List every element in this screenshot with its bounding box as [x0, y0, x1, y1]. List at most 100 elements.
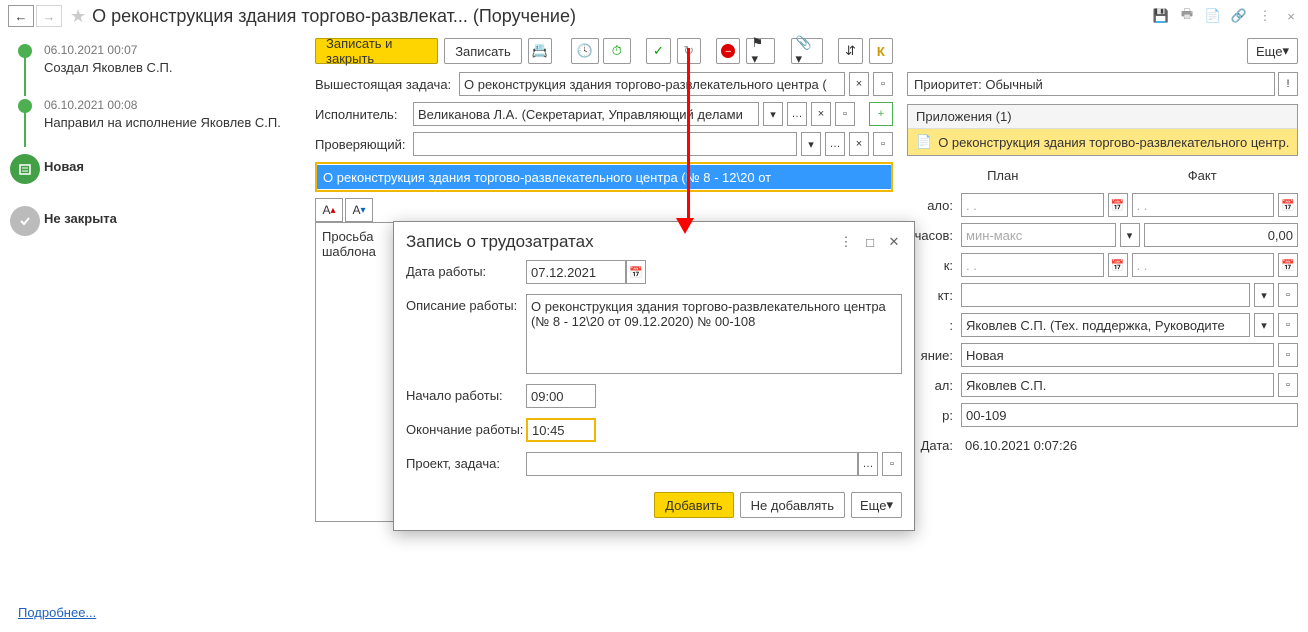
- fact-start-date[interactable]: . .: [1132, 193, 1275, 217]
- timeline-text: Направил на исполнение Яковлев С.П.: [44, 114, 281, 132]
- more-button[interactable]: Еще ▾: [1247, 38, 1298, 64]
- author-field[interactable]: Яковлев С.П. (Тех. поддержка, Руководите: [961, 313, 1250, 337]
- open-button[interactable]: ▫: [873, 72, 893, 96]
- dropdown-button[interactable]: ▾: [1120, 223, 1140, 247]
- clear-button[interactable]: ×: [811, 102, 831, 126]
- save-icon[interactable]: 💾: [1152, 7, 1170, 25]
- subject-field[interactable]: О реконструкция здания торгово-развлекат…: [315, 162, 893, 192]
- timeline-status-icon: [10, 154, 40, 184]
- open-button[interactable]: ▫: [1278, 373, 1298, 397]
- executor-field[interactable]: Великанова Л.А. (Секретариат, Управляющи…: [413, 102, 759, 126]
- fact-hours-field[interactable]: 0,00: [1144, 223, 1299, 247]
- priority-field[interactable]: Приоритет: Обычный: [907, 72, 1275, 96]
- work-end-field[interactable]: 10:45: [526, 418, 596, 442]
- open-button[interactable]: ▫: [882, 452, 902, 476]
- calendar-button[interactable]: 📅: [1278, 193, 1298, 217]
- sender-field[interactable]: Яковлев С.П.: [961, 373, 1274, 397]
- work-start-label: Начало работы:: [406, 384, 526, 403]
- calendar-button[interactable]: 📅: [1278, 253, 1298, 277]
- work-start-field[interactable]: 09:00: [526, 384, 596, 408]
- timeline-status-icon: [10, 206, 40, 236]
- plan-hours-field[interactable]: мин-макс: [961, 223, 1116, 247]
- flag-menu-button[interactable]: ⚑ ▾: [746, 38, 775, 64]
- open-button[interactable]: ▫: [1278, 313, 1298, 337]
- attachment-item[interactable]: 📄 О реконструкция здания торгово-развлек…: [908, 129, 1297, 155]
- k-button[interactable]: К: [869, 38, 893, 64]
- fact-column-header: Факт: [1107, 166, 1299, 185]
- document-icon: 📄: [916, 134, 932, 150]
- select-button[interactable]: …: [858, 452, 878, 476]
- dialog-title: Запись о трудозатратах: [406, 232, 830, 252]
- timeline-date: 06.10.2021 00:07: [44, 42, 173, 59]
- work-desc-textarea[interactable]: О реконструкция здания торгово-развлекат…: [526, 294, 902, 374]
- font-increase-button[interactable]: A▴: [315, 198, 343, 222]
- add-button[interactable]: Добавить: [654, 492, 733, 518]
- project-label: Проект, задача:: [406, 452, 526, 471]
- work-date-label: Дата работы:: [406, 260, 526, 279]
- open-button[interactable]: ▫: [1278, 343, 1298, 367]
- refresh-button[interactable]: ↻: [677, 38, 701, 64]
- skip-button[interactable]: Не добавлять: [740, 492, 845, 518]
- number-field[interactable]: 00-109: [961, 403, 1298, 427]
- dialog-close-icon[interactable]: ✕: [886, 234, 902, 250]
- work-desc-label: Описание работы:: [406, 294, 526, 313]
- timeline-status: Не закрыта: [44, 210, 117, 228]
- reviewer-field[interactable]: [413, 132, 797, 156]
- created-date-field[interactable]: 06.10.2021 0:07:26: [961, 433, 1298, 457]
- dialog-more-button[interactable]: Еще ▾: [851, 492, 902, 518]
- attach-menu-button[interactable]: 📎 ▾: [791, 38, 824, 64]
- font-decrease-button[interactable]: A▾: [345, 198, 373, 222]
- nav-back-button[interactable]: ←: [8, 5, 34, 27]
- link-icon[interactable]: 🔗: [1230, 7, 1248, 25]
- stop-button[interactable]: –: [716, 38, 740, 64]
- plan-start-date[interactable]: . .: [961, 193, 1104, 217]
- attachments-header[interactable]: Приложения (1): [908, 105, 1297, 129]
- report-icon[interactable]: 📄: [1204, 7, 1222, 25]
- plan-column-header: План: [907, 166, 1099, 185]
- project-field[interactable]: [526, 452, 858, 476]
- accept-button[interactable]: ✓: [646, 38, 670, 64]
- dropdown-button[interactable]: ▾: [763, 102, 783, 126]
- parent-task-field[interactable]: О реконструкция здания торгово-развлекат…: [459, 72, 845, 96]
- history-button[interactable]: 🕓: [571, 38, 599, 64]
- open-button[interactable]: ▫: [835, 102, 855, 126]
- details-link[interactable]: Подробнее...: [18, 605, 96, 620]
- timeline-date: 06.10.2021 00:08: [44, 97, 281, 114]
- select-button[interactable]: …: [825, 132, 845, 156]
- tree-button[interactable]: ⇵: [838, 38, 862, 64]
- work-date-field[interactable]: 07.12.2021: [526, 260, 626, 284]
- print-icon[interactable]: 🖶: [1178, 7, 1196, 25]
- clear-button[interactable]: ×: [849, 72, 869, 96]
- timeline-dot-icon: [18, 44, 32, 58]
- plan-end-date[interactable]: . .: [961, 253, 1104, 277]
- calendar-button[interactable]: 📅: [1108, 253, 1128, 277]
- add-executor-button[interactable]: +: [869, 102, 893, 126]
- save-button[interactable]: Записать: [444, 38, 522, 64]
- dialog-menu-icon[interactable]: ⋮: [838, 234, 854, 250]
- nav-forward-button[interactable]: →: [36, 5, 62, 27]
- dropdown-button[interactable]: ▾: [1254, 283, 1274, 307]
- work-end-label: Окончание работы:: [406, 418, 526, 437]
- state-field[interactable]: Новая: [961, 343, 1274, 367]
- priority-icon-button[interactable]: !: [1278, 72, 1298, 96]
- select-button[interactable]: …: [787, 102, 807, 126]
- time-button[interactable]: ⏱: [603, 38, 631, 64]
- project-field[interactable]: [961, 283, 1250, 307]
- dropdown-button[interactable]: ▾: [801, 132, 821, 156]
- dialog-maximize-icon[interactable]: □: [862, 234, 878, 250]
- calendar-button[interactable]: 📅: [1108, 193, 1128, 217]
- parent-task-label: Вышестоящая задача:: [315, 77, 455, 92]
- address-book-button[interactable]: 📇: [528, 38, 552, 64]
- time-entry-dialog: Запись о трудозатратах ⋮ □ ✕ Дата работы…: [393, 221, 915, 531]
- save-close-button[interactable]: Записать и закрыть: [315, 38, 438, 64]
- open-button[interactable]: ▫: [1278, 283, 1298, 307]
- fact-end-date[interactable]: . .: [1132, 253, 1275, 277]
- attachments-box: Приложения (1) 📄 О реконструкция здания …: [907, 104, 1298, 156]
- dropdown-button[interactable]: ▾: [1254, 313, 1274, 337]
- clear-button[interactable]: ×: [849, 132, 869, 156]
- menu-icon[interactable]: ⋮: [1256, 7, 1274, 25]
- close-icon[interactable]: ×: [1282, 7, 1300, 25]
- calendar-button[interactable]: 📅: [626, 260, 646, 284]
- open-button[interactable]: ▫: [873, 132, 893, 156]
- favorite-star-icon[interactable]: ★: [70, 6, 86, 27]
